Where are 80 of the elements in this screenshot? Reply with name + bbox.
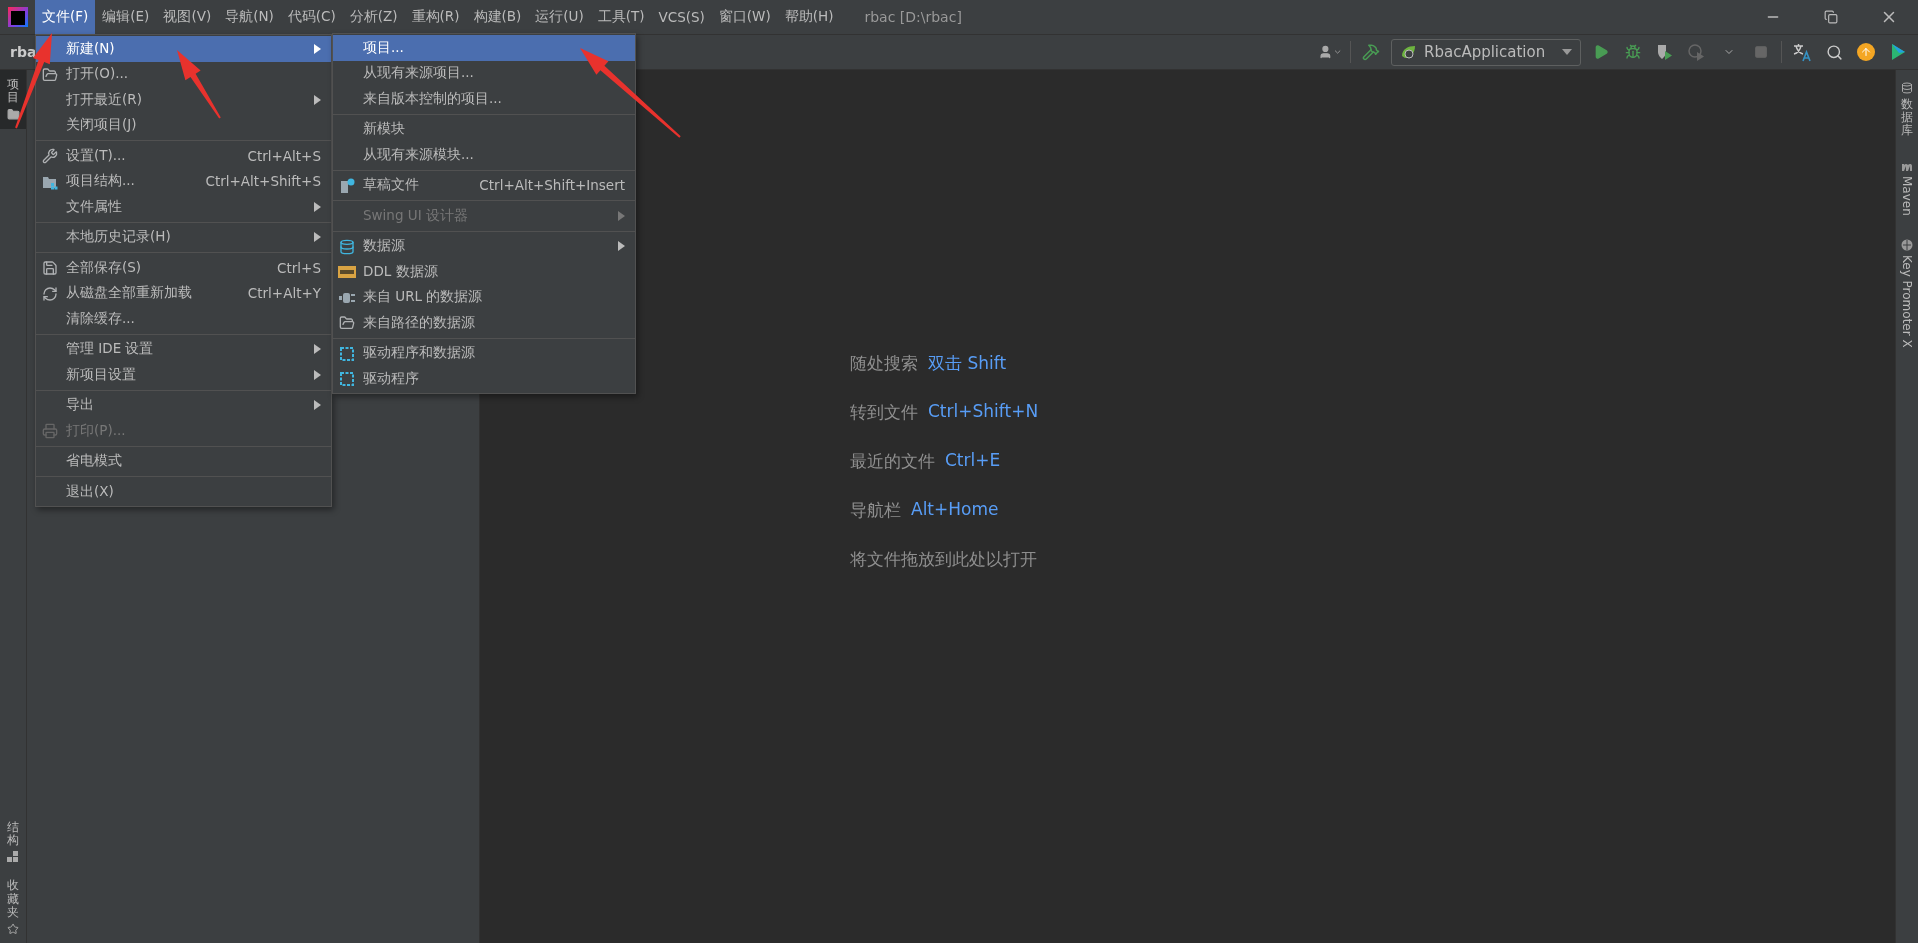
menu-bar-item[interactable]: 工具(T) bbox=[590, 0, 652, 34]
menu-bar-item[interactable]: 代码(C) bbox=[280, 0, 343, 34]
database-icon bbox=[1901, 82, 1913, 94]
menu-bar-item[interactable]: 编辑(E) bbox=[95, 0, 157, 34]
spring-leaf-icon bbox=[1400, 44, 1416, 60]
menu-item[interactable]: 本地历史记录(H) bbox=[36, 224, 331, 250]
menu-item[interactable]: 来自 URL 的数据源 bbox=[333, 284, 635, 310]
hint-label: 转到文件 bbox=[850, 401, 918, 424]
menu-item[interactable]: 草稿文件 Ctrl+Alt+Shift+Insert bbox=[333, 172, 635, 198]
hint-label: 导航栏 bbox=[850, 499, 901, 522]
folder-open-icon bbox=[41, 65, 59, 84]
menu-bar-item[interactable]: 重构(R) bbox=[404, 0, 467, 34]
menu-item[interactable]: 驱动程序和数据源 bbox=[333, 340, 635, 366]
hint-shortcut: Ctrl+Shift+N bbox=[928, 401, 1039, 423]
scratch-file-icon bbox=[338, 176, 356, 195]
menu-item[interactable]: 关闭项目(J) bbox=[36, 112, 331, 138]
hint-label: 最近的文件 bbox=[850, 450, 935, 473]
menu-item[interactable]: 文件属性 bbox=[36, 194, 331, 220]
menu-item[interactable]: 来自路径的数据源 bbox=[333, 310, 635, 336]
hint-shortcut: 双击 Shift bbox=[928, 352, 1007, 375]
folder-icon bbox=[6, 108, 20, 122]
menu-item[interactable]: 打开(O)... bbox=[36, 61, 331, 87]
menu-item[interactable]: 从现有来源模块... bbox=[333, 142, 635, 168]
breadcrumb[interactable]: rba bbox=[10, 44, 37, 60]
hint-shortcut: Alt+Home bbox=[911, 499, 999, 521]
menu-item[interactable]: 新建(N) bbox=[36, 36, 331, 62]
tool-window-tab[interactable]: 收藏夹 bbox=[0, 871, 26, 943]
menu-bar-item[interactable]: 构建(B) bbox=[466, 0, 529, 34]
menu-bar-item[interactable]: 文件(F) bbox=[35, 0, 96, 34]
tool-window-tab[interactable]: Maven bbox=[1900, 161, 1914, 216]
save-icon bbox=[41, 259, 59, 277]
tool-window-tab[interactable]: 项目 bbox=[0, 70, 26, 130]
menu-item[interactable]: 来自版本控制的项目... bbox=[333, 86, 635, 112]
menu-item[interactable]: 新模块 bbox=[333, 116, 635, 142]
menu-item[interactable]: 项目... bbox=[333, 35, 635, 61]
menu-item[interactable]: 清除缓存... bbox=[36, 306, 331, 332]
tool-window-tab[interactable]: 数据库 bbox=[1901, 82, 1913, 138]
menu-item[interactable]: 打开最近(R) bbox=[36, 87, 331, 113]
menu-bar-item[interactable]: 运行(U) bbox=[528, 0, 591, 34]
menu-item[interactable]: 项目结构... Ctrl+Alt+Shift+S bbox=[36, 168, 331, 194]
app-logo bbox=[8, 7, 28, 27]
globe-icon bbox=[1901, 239, 1913, 252]
folder-icon bbox=[338, 314, 356, 332]
menu-item[interactable]: 驱动程序 bbox=[333, 366, 635, 392]
menu-item[interactable]: DDL 数据源 bbox=[333, 259, 635, 285]
menu-item[interactable]: 退出(X) bbox=[36, 479, 331, 505]
ddl-icon bbox=[338, 263, 356, 281]
hint-label: 将文件拖放到此处以打开 bbox=[850, 548, 1037, 571]
menu-bar-item[interactable]: 帮助(H) bbox=[777, 0, 841, 34]
star-icon bbox=[7, 923, 19, 935]
driver-icon bbox=[338, 344, 356, 363]
menu-item[interactable]: 数据源 bbox=[333, 233, 635, 259]
menu-item[interactable]: 导出 bbox=[36, 392, 331, 418]
menu-bar-item[interactable]: VCS(S) bbox=[651, 0, 712, 34]
menu-item[interactable]: 全部保存(S) Ctrl+S bbox=[36, 255, 331, 281]
reload-icon bbox=[41, 284, 59, 303]
wrench-icon bbox=[41, 147, 59, 165]
hint-shortcut: Ctrl+E bbox=[945, 450, 1001, 472]
menu-item[interactable]: 省电模式 bbox=[36, 448, 331, 474]
database-icon bbox=[338, 237, 356, 256]
annotation-arrow bbox=[177, 50, 221, 119]
menu-item[interactable]: 从现有来源项目... bbox=[333, 60, 635, 86]
menu-bar-item[interactable]: 导航(N) bbox=[218, 0, 281, 34]
window-title: rbac [D:\rbac] bbox=[864, 9, 962, 25]
tool-window-tab[interactable]: 结构 bbox=[0, 813, 26, 872]
hint-label: 随处搜索 bbox=[850, 352, 918, 375]
restore-icon[interactable] bbox=[1824, 10, 1838, 24]
menu-item[interactable]: 设置(T)... Ctrl+Alt+S bbox=[36, 143, 331, 169]
maven-icon bbox=[1901, 161, 1913, 172]
printer-icon bbox=[41, 422, 59, 440]
driver-icon bbox=[338, 370, 356, 388]
tool-window-tab[interactable]: Key Promoter X bbox=[1900, 239, 1914, 349]
menu-item[interactable]: 新项目设置 bbox=[36, 362, 331, 388]
menu-bar-item[interactable]: 窗口(W) bbox=[711, 0, 778, 34]
run-configuration-dropdown[interactable]: RbacApplication bbox=[1391, 38, 1581, 66]
menu-bar-item[interactable]: 视图(V) bbox=[156, 0, 219, 34]
menu-bar-item[interactable]: 分析(Z) bbox=[342, 0, 405, 34]
menu-item[interactable]: 管理 IDE 设置 bbox=[36, 336, 331, 362]
menu-item[interactable]: 从磁盘全部重新加载 Ctrl+Alt+Y bbox=[36, 280, 331, 306]
structure-icon bbox=[7, 851, 19, 864]
